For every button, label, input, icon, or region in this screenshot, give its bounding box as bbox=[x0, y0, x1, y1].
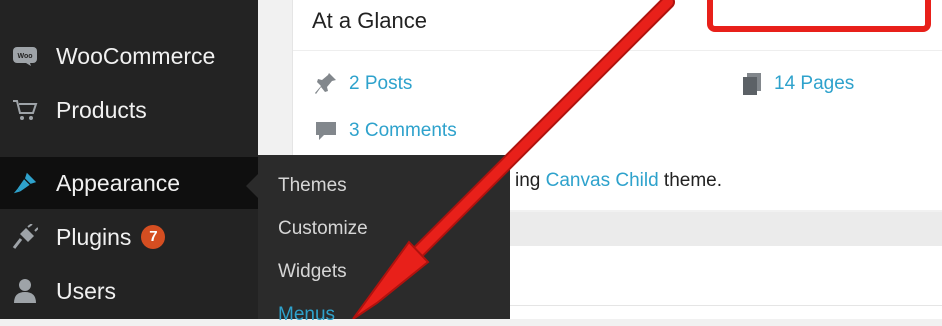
appearance-submenu: Themes Customize Widgets Menus bbox=[258, 155, 510, 325]
annotation-highlight-box bbox=[707, 0, 931, 32]
svg-text:Woo: Woo bbox=[17, 53, 32, 60]
widget-title: At a Glance bbox=[312, 8, 427, 33]
user-icon bbox=[12, 278, 38, 304]
theme-info: ing Canvas Child theme. bbox=[515, 170, 722, 192]
plugin-updates-badge: 7 bbox=[141, 225, 166, 249]
sidebar-item-woocommerce[interactable]: Woo WooCommerce bbox=[0, 30, 258, 82]
divider bbox=[510, 305, 942, 306]
widget-divider-band bbox=[510, 212, 942, 246]
sidebar-item-users[interactable]: Users bbox=[0, 265, 258, 317]
posts-count: 2 Posts bbox=[349, 73, 413, 94]
cart-icon bbox=[12, 97, 38, 123]
brush-icon bbox=[12, 170, 38, 196]
sidebar-item-label: WooCommerce bbox=[56, 42, 216, 69]
submenu-item-customize[interactable]: Customize bbox=[278, 218, 368, 240]
sidebar-item-label: Users bbox=[56, 277, 117, 304]
comment-icon bbox=[315, 120, 337, 142]
submenu-caret bbox=[246, 174, 258, 198]
posts-link[interactable]: 2 Posts bbox=[315, 72, 412, 96]
theme-link[interactable]: Canvas Child bbox=[546, 170, 659, 191]
sidebar-item-products[interactable]: Products bbox=[0, 84, 258, 136]
pages-link[interactable]: 14 Pages bbox=[742, 72, 854, 96]
submenu-item-widgets[interactable]: Widgets bbox=[278, 261, 347, 283]
sidebar-item-label: Plugins bbox=[56, 223, 132, 250]
plug-icon bbox=[12, 224, 38, 250]
submenu-item-menus[interactable]: Menus bbox=[278, 304, 335, 326]
comments-link[interactable]: 3 Comments bbox=[315, 120, 457, 142]
woo-icon: Woo bbox=[12, 43, 38, 69]
theme-prefix: ing bbox=[515, 170, 546, 191]
theme-suffix: theme. bbox=[658, 170, 723, 191]
sidebar-item-plugins[interactable]: Plugins 7 bbox=[0, 211, 258, 263]
sidebar-item-appearance[interactable]: Appearance bbox=[0, 157, 258, 209]
sidebar-item-label: Appearance bbox=[56, 169, 181, 196]
pin-icon bbox=[315, 72, 337, 96]
lower-widget bbox=[510, 246, 942, 319]
comments-count: 3 Comments bbox=[349, 120, 457, 141]
sidebar-item-label: Products bbox=[56, 96, 147, 123]
submenu-item-themes[interactable]: Themes bbox=[278, 175, 347, 197]
pages-icon bbox=[742, 72, 762, 96]
admin-sidebar: Woo WooCommerce Products Appearance Plug… bbox=[0, 0, 258, 319]
pages-count: 14 Pages bbox=[774, 73, 855, 94]
